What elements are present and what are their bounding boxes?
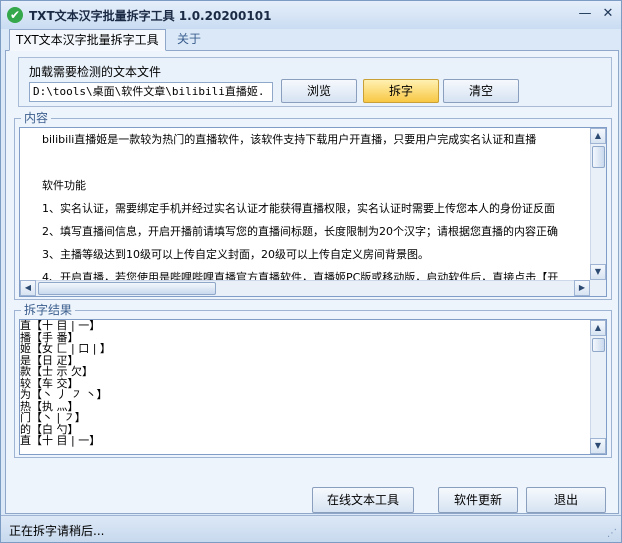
tab-split-tool[interactable]: TXT文本汉字批量拆字工具 [9, 29, 166, 51]
content-line: 4、开启直播，若您使用是哔哩哔哩直播官方直播软件，直播姬PC版或移动版，启动软件… [42, 271, 559, 280]
window-title: TXT文本汉字批量拆字工具 1.0.20200101 [29, 9, 272, 23]
content-group-label: 内容 [21, 111, 52, 125]
result-line: 直【十 目 | 一】 [20, 434, 101, 447]
content-textbox[interactable]: bilibili直播姬是一款较为热门的直播软件，该软件支持下载用户开直播，只要用… [19, 127, 607, 297]
title-bar[interactable]: ✔ TXT文本汉字批量拆字工具 1.0.20200101 — ✕ [1, 1, 621, 29]
result-line: 直【十 目 | 一】 [20, 320, 101, 332]
content-group: 内容 bilibili直播姬是一款较为热门的直播软件，该软件支持下载用户开直播，… [14, 111, 612, 300]
content-horizontal-thumb[interactable] [38, 282, 216, 295]
content-line: 1、实名认证，需要绑定手机并经过实名认证才能获得直播权限，实名认证时需要上传您本… [42, 202, 555, 215]
resize-grip-icon[interactable]: ⋰ [607, 528, 619, 540]
result-textbox[interactable]: 直【十 目 | 一】 播【手 番】 姬【女 匚 | 口 | 】 是【日 疋】 款… [19, 319, 607, 455]
result-group: 拆字结果 直【十 目 | 一】 播【手 番】 姬【女 匚 | 口 | 】 是【日… [14, 303, 612, 458]
online-text-tools-button[interactable]: 在线文本工具 [312, 487, 414, 513]
scroll-corner [590, 280, 606, 296]
content-vertical-thumb[interactable] [592, 146, 605, 168]
browse-button[interactable]: 浏览 [281, 79, 357, 103]
content-line: 3、主播等级达到10级可以上传自定义封面，20级可以上传自定义房间背景图。 [42, 248, 429, 261]
result-line: 是【日 疋】 [20, 353, 79, 367]
status-bar: 正在拆字请稍后... ⋰ [1, 515, 621, 542]
result-line: 的【白 勺】 [20, 422, 79, 436]
content-line: bilibili直播姬是一款较为热门的直播软件，该软件支持下载用户开直播，只要用… [42, 133, 537, 146]
file-path-input[interactable]: D:\tools\桌面\软件文章\bilibili直播姬. [29, 82, 273, 102]
result-line: 为【丶 丿 ㇇ 丶】 [20, 388, 108, 401]
app-window: ✔ TXT文本汉字批量拆字工具 1.0.20200101 — ✕ TXT文本汉字… [0, 0, 622, 543]
load-file-section: 加载需要检测的文本文件 D:\tools\桌面\软件文章\bilibili直播姬… [18, 57, 612, 107]
tab-bar: TXT文本汉字批量拆字工具 关于 [5, 29, 619, 51]
result-line: 款【士 示 欠】 [20, 365, 93, 378]
content-line: 2、填写直播间信息，开启开播前请填写您的直播间标题，长度限制为20个汉字；请根据… [42, 225, 558, 238]
clear-button[interactable]: 清空 [443, 79, 519, 103]
close-button[interactable]: ✕ [598, 5, 618, 23]
split-button[interactable]: 拆字 [363, 79, 439, 103]
software-update-button[interactable]: 软件更新 [438, 487, 518, 513]
scroll-up-arrow-icon[interactable]: ▲ [590, 320, 606, 336]
result-group-label: 拆字结果 [21, 303, 76, 317]
result-vertical-scrollbar[interactable]: ▲ ▼ [590, 320, 606, 454]
content-text-area[interactable]: bilibili直播姬是一款较为热门的直播软件，该软件支持下载用户开直播，只要用… [20, 128, 590, 280]
scroll-down-arrow-icon[interactable]: ▼ [590, 264, 606, 280]
exit-button[interactable]: 退出 [526, 487, 606, 513]
main-panel: 加载需要检测的文本文件 D:\tools\桌面\软件文章\bilibili直播姬… [5, 51, 619, 514]
tab-about[interactable]: 关于 [171, 29, 207, 51]
content-line [20, 151, 590, 174]
result-line: 姬【女 匚 | 口 | 】 [20, 342, 111, 355]
result-text-area[interactable]: 直【十 目 | 一】 播【手 番】 姬【女 匚 | 口 | 】 是【日 疋】 款… [20, 320, 590, 454]
result-line: 门【丶 | ㇇】 [20, 411, 86, 424]
status-text: 正在拆字请稍后... [9, 524, 105, 538]
result-line: 热【执 灬】 [20, 399, 79, 413]
content-horizontal-scrollbar[interactable]: ◀ ▶ [20, 280, 590, 296]
scroll-down-arrow-icon[interactable]: ▼ [590, 438, 606, 454]
content-vertical-scrollbar[interactable]: ▲ ▼ [590, 128, 606, 280]
scroll-up-arrow-icon[interactable]: ▲ [590, 128, 606, 144]
app-check-icon: ✔ [7, 7, 23, 23]
scroll-left-arrow-icon[interactable]: ◀ [20, 280, 36, 296]
result-vertical-thumb[interactable] [592, 338, 605, 352]
content-line: 软件功能 [42, 179, 86, 192]
load-file-label: 加载需要检测的文本文件 [29, 65, 162, 79]
scroll-right-arrow-icon[interactable]: ▶ [574, 280, 590, 296]
minimize-button[interactable]: — [575, 5, 595, 23]
